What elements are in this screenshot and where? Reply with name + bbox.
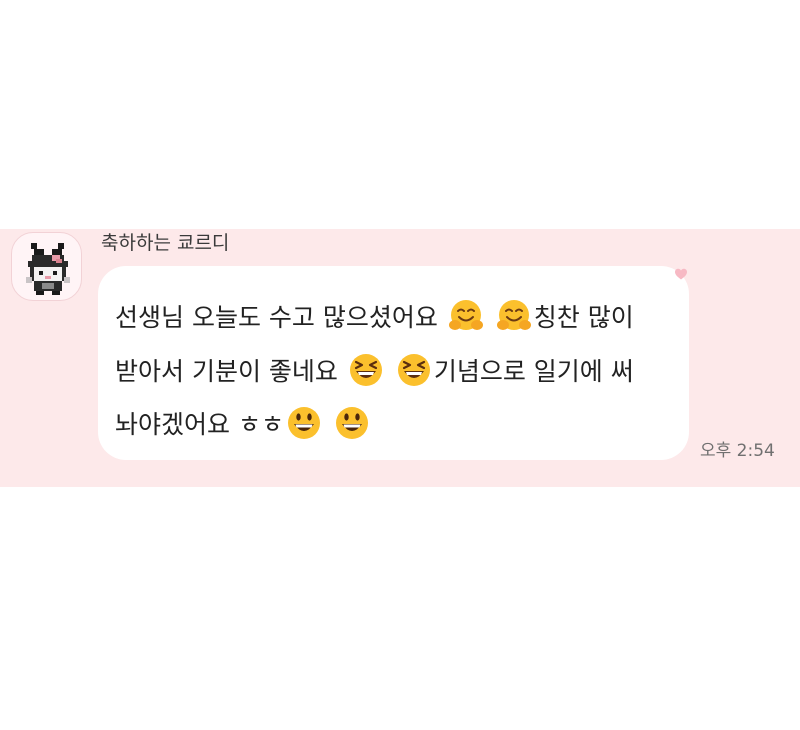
chat-screen: 축하하는 쿄르디 선생님 오늘도 수고 많으셨어요 칭찬 많이 받아서 기분이 … xyxy=(0,0,800,730)
hugging-face-icon xyxy=(448,298,484,334)
grinning-squinting-face-icon xyxy=(396,352,432,388)
heart-icon[interactable] xyxy=(674,266,688,280)
message-line: 선생님 오늘도 수고 많으셨어요 칭찬 많이 xyxy=(115,298,634,336)
message-bubble[interactable]: 선생님 오늘도 수고 많으셨어요 칭찬 많이 받아서 기분이 좋네요 기념으로 … xyxy=(98,266,689,460)
message-text: 기념으로 일기에 써 xyxy=(433,357,634,386)
message-timestamp: 오후 2:54 xyxy=(700,441,775,461)
message-text: 선생님 오늘도 수고 많으셨어요 xyxy=(115,303,438,332)
hugging-face-icon xyxy=(496,298,532,334)
grinning-face-icon xyxy=(286,405,322,441)
message-text: 놔야겠어요 ㅎㅎ xyxy=(115,410,284,439)
message-line: 놔야겠어요 ㅎㅎ xyxy=(115,405,372,443)
message-text: 칭찬 많이 xyxy=(533,303,634,332)
avatar[interactable] xyxy=(11,232,82,301)
grinning-squinting-face-icon xyxy=(348,352,384,388)
sender-name: 축하하는 쿄르디 xyxy=(101,232,230,254)
message-line: 받아서 기분이 좋네요 기념으로 일기에 써 xyxy=(115,352,634,390)
pixel-kuromi-avatar-icon xyxy=(26,243,70,295)
message-text: 받아서 기분이 좋네요 xyxy=(115,357,338,386)
grinning-face-icon xyxy=(334,405,370,441)
